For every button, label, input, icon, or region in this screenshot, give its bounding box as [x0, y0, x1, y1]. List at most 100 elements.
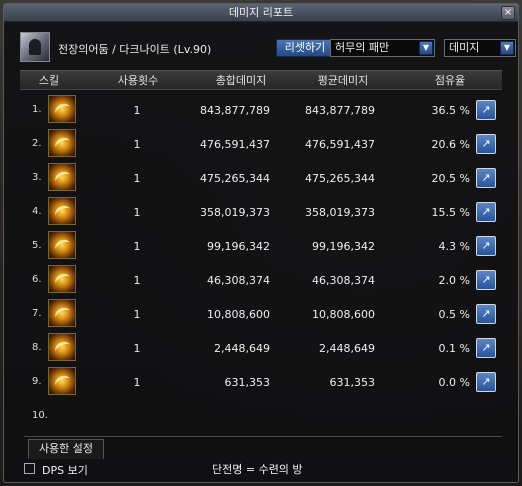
average-damage: 10,808,600 [312, 308, 375, 321]
damage-report-window: 데미지 리포트 × 전장의어둠 / 다크나이트 (Lv.90) 리셋하기 허무의… [3, 3, 519, 483]
average-damage: 475,265,344 [305, 172, 375, 185]
column-header-total: 총합데미지 [215, 74, 267, 87]
row-number: 7. [32, 308, 42, 319]
damage-share: 4.3 % [438, 240, 470, 253]
character-name: 전장의어둠 / 다크나이트 (Lv.90) [58, 43, 212, 56]
share-icon[interactable]: ↗ [476, 134, 496, 154]
total-damage: 2,448,649 [214, 342, 270, 355]
column-header-count: 사용횟수 [117, 74, 159, 87]
row-number: 5. [32, 240, 42, 251]
damage-share: 20.5 % [431, 172, 470, 185]
row-number: 10. [32, 410, 48, 421]
report-header: 전장의어둠 / 다크나이트 (Lv.90) 리셋하기 허무의 패만 ▼ 데미지 … [20, 32, 516, 62]
total-damage: 99,196,342 [207, 240, 270, 253]
window-titlebar[interactable]: 데미지 리포트 × [4, 4, 518, 22]
total-damage: 476,591,437 [200, 138, 270, 151]
table-row: 7. 1 10,808,600 10,808,600 0.5 % ↗ [20, 296, 502, 330]
use-count: 1 [133, 138, 141, 151]
dps-label: DPS 보기 [42, 464, 88, 477]
chevron-down-icon: ▼ [419, 41, 433, 55]
skill-icon [48, 197, 76, 225]
settings-tab-bar: 사용한 설정 [24, 436, 502, 460]
row-number: 4. [32, 206, 42, 217]
table-row: 2. 1 476,591,437 476,591,437 20.6 % ↗ [20, 126, 502, 160]
skill-icon [48, 129, 76, 157]
table-row: 8. 1 2,448,649 2,448,649 0.1 % ↗ [20, 330, 502, 364]
skill-icon [48, 265, 76, 293]
average-damage: 2,448,649 [319, 342, 375, 355]
close-button[interactable]: × [501, 6, 515, 20]
share-icon[interactable]: ↗ [476, 236, 496, 256]
skill-icon [48, 95, 76, 123]
use-count: 1 [133, 274, 141, 287]
average-damage: 46,308,374 [312, 274, 375, 287]
skill-icon [48, 163, 76, 191]
share-icon[interactable]: ↗ [476, 270, 496, 290]
damage-share: 20.6 % [431, 138, 470, 151]
use-count: 1 [133, 240, 141, 253]
row-number: 8. [32, 342, 42, 353]
use-count: 1 [133, 376, 141, 389]
average-damage: 99,196,342 [312, 240, 375, 253]
dps-checkbox[interactable] [24, 463, 35, 474]
table-row: 9. 1 631,353 631,353 0.0 % ↗ [20, 364, 502, 398]
reset-button[interactable]: 리셋하기 [276, 39, 334, 57]
total-damage: 46,308,374 [207, 274, 270, 287]
table-row: 1. 1 843,877,789 843,877,789 36.5 % ↗ [20, 92, 502, 126]
character-avatar [20, 32, 50, 62]
skill-icon [48, 231, 76, 259]
share-icon[interactable]: ↗ [476, 168, 496, 188]
row-number: 9. [32, 376, 42, 387]
column-header-avg: 평균데미지 [317, 74, 369, 87]
total-damage: 475,265,344 [200, 172, 270, 185]
table-row: 10. [20, 398, 502, 432]
tab-used-settings[interactable]: 사용한 설정 [28, 439, 104, 459]
chevron-down-icon: ▼ [500, 41, 514, 55]
share-icon[interactable]: ↗ [476, 372, 496, 392]
share-icon[interactable]: ↗ [476, 304, 496, 324]
table-row: 5. 1 99,196,342 99,196,342 4.3 % ↗ [20, 228, 502, 262]
damage-share: 36.5 % [431, 104, 470, 117]
use-count: 1 [133, 342, 141, 355]
skill-icon [48, 333, 76, 361]
dungeon-select-value: 허무의 패만 [335, 41, 390, 54]
row-number: 6. [32, 274, 42, 285]
column-header-skill: 스킬 [38, 74, 60, 87]
total-damage: 631,353 [224, 376, 271, 389]
type-select-value: 데미지 [449, 41, 480, 54]
damage-share: 0.1 % [438, 342, 470, 355]
average-damage: 476,591,437 [305, 138, 375, 151]
row-number: 3. [32, 172, 42, 183]
dungeon-status: 단전명 = 수련의 방 [212, 463, 303, 476]
damage-share: 15.5 % [431, 206, 470, 219]
type-select[interactable]: 데미지 ▼ [444, 39, 516, 57]
average-damage: 358,019,373 [305, 206, 375, 219]
average-damage: 843,877,789 [305, 104, 375, 117]
window-title: 데미지 리포트 [228, 6, 294, 19]
skill-icon [48, 367, 76, 395]
share-icon[interactable]: ↗ [476, 202, 496, 222]
total-damage: 843,877,789 [200, 104, 270, 117]
total-damage: 358,019,373 [200, 206, 270, 219]
table-header: 스킬 사용횟수 총합데미지 평균데미지 점유율 [20, 70, 502, 90]
damage-share: 2.0 % [438, 274, 470, 287]
column-header-share: 점유율 [434, 74, 466, 87]
skill-damage-table: 스킬 사용횟수 총합데미지 평균데미지 점유율 1. 1 843,877,789… [20, 70, 502, 426]
share-icon[interactable]: ↗ [476, 100, 496, 120]
use-count: 1 [133, 206, 141, 219]
row-number: 2. [32, 138, 42, 149]
damage-share: 0.0 % [438, 376, 470, 389]
table-row: 6. 1 46,308,374 46,308,374 2.0 % ↗ [20, 262, 502, 296]
skill-icon [48, 299, 76, 327]
table-row: 3. 1 475,265,344 475,265,344 20.5 % ↗ [20, 160, 502, 194]
share-icon[interactable]: ↗ [476, 338, 496, 358]
dungeon-select[interactable]: 허무의 패만 ▼ [330, 39, 435, 57]
table-row: 4. 1 358,019,373 358,019,373 15.5 % ↗ [20, 194, 502, 228]
use-count: 1 [133, 308, 141, 321]
row-number: 1. [32, 104, 42, 115]
use-count: 1 [133, 104, 141, 117]
use-count: 1 [133, 172, 141, 185]
total-damage: 10,808,600 [207, 308, 270, 321]
average-damage: 631,353 [329, 376, 376, 389]
damage-share: 0.5 % [438, 308, 470, 321]
